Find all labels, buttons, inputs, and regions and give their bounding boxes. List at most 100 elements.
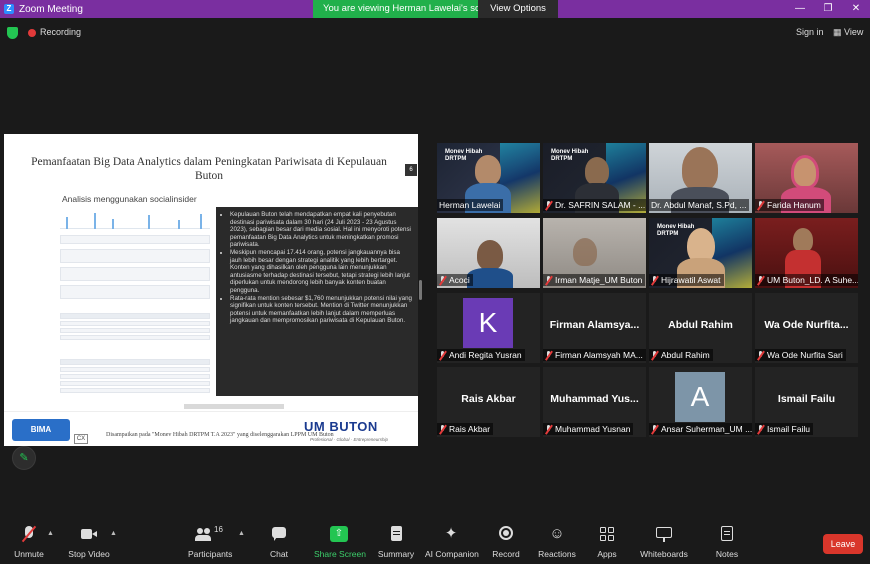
- participant-name: Dr. Abdul Manaf, S.Pd, ...: [651, 200, 747, 210]
- whiteboards-label: Whiteboards: [640, 549, 688, 559]
- participants-options-chevron-icon[interactable]: ▲: [238, 530, 245, 537]
- restore-icon[interactable]: ❐: [814, 0, 842, 18]
- participant-tile[interactable]: Firman Alamsya... Firman Alamsyah MA...: [543, 293, 646, 363]
- slide-bullet: Meskipun mencapai 17.414 orang, potensi …: [230, 249, 412, 295]
- participant-tile[interactable]: Rais Akbar Rais Akbar: [437, 367, 540, 437]
- participant-tile[interactable]: Monev Hibah DRTPM Dr. SAFRIN SALAM - ...: [543, 143, 646, 213]
- slide-subtitle: Analisis menggunakan socialinsider: [62, 194, 197, 204]
- stop-video-label: Stop Video: [68, 549, 110, 559]
- mini-stat-row: [60, 249, 210, 263]
- participant-avatar: A: [675, 372, 725, 422]
- participant-video-person: [791, 155, 819, 189]
- participant-tile[interactable]: Irman Matje_UM Buton: [543, 218, 646, 288]
- participant-tile[interactable]: Acoci: [437, 218, 540, 288]
- participant-tile[interactable]: Monev Hibah DRTPM Herman Lawelai: [437, 143, 540, 213]
- recording-label[interactable]: Recording: [40, 27, 81, 37]
- slide-footer: BIMA CX Disampaikan pada "Monev Hibah DR…: [4, 411, 418, 445]
- minimize-icon[interactable]: —: [786, 0, 814, 18]
- close-icon[interactable]: ✕: [842, 0, 870, 18]
- mini-table-header: [60, 313, 210, 319]
- participant-name: Firman Alamsyah MA...: [555, 350, 643, 360]
- leave-button[interactable]: Leave: [823, 534, 863, 554]
- participant-name: Acoci: [449, 275, 470, 285]
- muted-mic-icon: [757, 424, 764, 434]
- participant-display-name: Rais Akbar: [461, 393, 516, 405]
- unmute-button[interactable]: Unmute: [12, 525, 46, 559]
- view-label: View: [844, 27, 864, 37]
- meeting-status-bar: Recording Sign in ▦ View: [0, 22, 870, 44]
- participant-name-label: Dr. SAFRIN SALAM - ...: [543, 199, 646, 211]
- muted-mic-icon: [757, 200, 764, 210]
- participant-name: Herman Lawelai: [439, 200, 501, 210]
- participant-name: Andi Regita Yusran: [449, 350, 522, 360]
- mini-table-row: [60, 335, 210, 340]
- video-options-chevron-icon[interactable]: ▲: [110, 530, 117, 537]
- participant-video-person: [682, 147, 718, 191]
- chat-bubble-icon: [270, 526, 288, 542]
- participant-display-name: Ismail Failu: [777, 393, 836, 405]
- chat-button[interactable]: Chat: [266, 526, 292, 559]
- participant-name-label: Muhammad Yusnan: [543, 423, 634, 435]
- apps-label: Apps: [597, 549, 617, 559]
- summary-button[interactable]: Summary: [377, 526, 415, 559]
- muted-mic-icon: [439, 350, 446, 360]
- muted-mic-icon: [651, 424, 658, 434]
- participant-name-label: Firman Alamsyah MA...: [543, 349, 646, 361]
- participant-display-name: Abdul Rahim: [668, 319, 733, 331]
- muted-mic-icon: [439, 275, 446, 285]
- annotate-pencil-icon[interactable]: ✎: [12, 446, 36, 470]
- security-shield-icon[interactable]: [7, 27, 18, 39]
- participant-tile[interactable]: Wa Ode Nurfita... Wa Ode Nurfita Sari: [755, 293, 858, 363]
- muted-mic-icon: [757, 275, 764, 285]
- smiley-icon: ☺: [549, 525, 565, 542]
- participant-tile[interactable]: Monev Hibah DRTPM Hijrawatil Aswat: [649, 218, 752, 288]
- participant-tile[interactable]: K Andi Regita Yusran: [437, 293, 540, 363]
- stop-video-button[interactable]: Stop Video: [68, 526, 110, 559]
- participant-tile[interactable]: Abdul Rahim Abdul Rahim: [649, 293, 752, 363]
- reactions-button[interactable]: ☺ Reactions: [538, 525, 576, 560]
- participant-name: Hijrawatil Aswat: [661, 275, 721, 285]
- view-button[interactable]: ▦ View: [833, 27, 863, 38]
- participant-name: Muhammad Yusnan: [555, 424, 631, 434]
- zoom-meeting-window: Z Zoom Meeting You are viewing Herman La…: [0, 0, 870, 564]
- participant-tile[interactable]: UM Buton_LD. A Suhe...: [755, 218, 858, 288]
- participant-tile[interactable]: Farida Hanum: [755, 143, 858, 213]
- share-screen-label: Share Screen: [314, 549, 366, 559]
- view-options-button[interactable]: View Options: [478, 0, 558, 18]
- participant-name-label: Andi Regita Yusran: [437, 349, 525, 361]
- mini-chart-bar: [200, 214, 202, 229]
- sign-in-button[interactable]: Sign in: [796, 27, 824, 37]
- muted-mic-icon: [20, 525, 38, 543]
- participant-name-label: Rais Akbar: [437, 423, 494, 435]
- participant-name-label: Irman Matje_UM Buton: [543, 274, 646, 286]
- notes-button[interactable]: Notes: [713, 526, 741, 559]
- participant-avatar: K: [463, 298, 513, 348]
- slide-content: Pemanfaatan Big Data Analytics dalam Pen…: [4, 149, 418, 446]
- participant-video-person: [585, 157, 609, 185]
- apps-button[interactable]: Apps: [594, 526, 620, 559]
- slide-footer-note: Disampaikan pada "Monev Hibah DRTPM T.A …: [106, 432, 334, 438]
- participants-button[interactable]: 16 Participants: [188, 525, 232, 559]
- participant-name-label: Herman Lawelai: [437, 199, 504, 211]
- participant-tile[interactable]: Ismail Failu Ismail Failu: [755, 367, 858, 437]
- participant-name-label: Ansar Suherman_UM ...: [649, 423, 752, 435]
- whiteboards-button[interactable]: Whiteboards: [640, 526, 688, 559]
- participant-tile[interactable]: A Ansar Suherman_UM ...: [649, 367, 752, 437]
- mini-table-row: [60, 374, 210, 379]
- participant-name-label: Ismail Failu: [755, 423, 813, 435]
- share-screen-button[interactable]: ⇧ Share Screen: [314, 526, 366, 559]
- participant-display-name: Muhammad Yus...: [550, 393, 639, 405]
- mini-chart-bar: [66, 217, 68, 229]
- audio-options-chevron-icon[interactable]: ▲: [47, 530, 54, 537]
- participant-tile[interactable]: Muhammad Yus... Muhammad Yusnan: [543, 367, 646, 437]
- participant-name: Farida Hanum: [767, 200, 821, 210]
- participant-tile[interactable]: Dr. Abdul Manaf, S.Pd, ...: [649, 143, 752, 213]
- slide-divider: [184, 404, 284, 409]
- record-button[interactable]: Record: [491, 526, 521, 559]
- bima-logo: BIMA: [12, 419, 70, 441]
- muted-mic-icon: [651, 350, 658, 360]
- mini-table-header: [60, 359, 210, 365]
- split-view-handle[interactable]: [419, 280, 422, 300]
- chat-label: Chat: [270, 549, 288, 559]
- ai-companion-button[interactable]: ✦ AI Companion: [425, 526, 479, 560]
